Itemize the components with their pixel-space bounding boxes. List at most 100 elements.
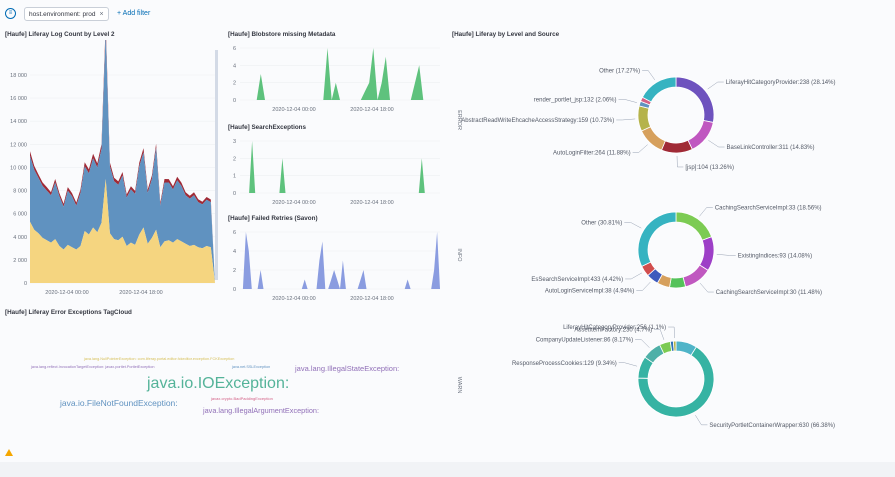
- pie-leader-line: [618, 99, 637, 103]
- pie-leader-line: [668, 326, 675, 339]
- panel-title-blobstore: [Haufe] Blobstore missing Metadata: [228, 31, 336, 38]
- pie-slice[interactable]: [637, 105, 652, 132]
- y-tick-label: 3: [233, 139, 236, 145]
- log-count-chart[interactable]: 0 2 000 4 000 6 000 8 000 10 000 12 000 14 000 1…: [0, 40, 220, 312]
- y-tick-label: 0: [233, 191, 236, 197]
- filter-pill-label: host.environment: prod: [29, 11, 96, 18]
- pie-slice[interactable]: [675, 76, 715, 123]
- panel-title-level-source: [Haufe] Liferay by Level and Source: [452, 31, 560, 38]
- pie-slice-label: Other (17.27%): [599, 68, 640, 74]
- pie-leader-line: [676, 155, 684, 168]
- level-source-donuts: LiferayHitCategoryProvider:238 (28.14%) B…: [456, 68, 836, 429]
- y-tick-label: 2: [233, 156, 236, 162]
- area-series[interactable]: [240, 141, 440, 193]
- x-tick-label: 2020-12-04 00:00: [272, 296, 315, 302]
- pie-slice-label: CompanyUpdateListener:86 (8.17%): [536, 337, 633, 343]
- pie-slice[interactable]: [641, 76, 677, 103]
- y-tick-label: 6: [233, 230, 236, 236]
- pie-leader-line: [616, 118, 636, 121]
- pie-slice[interactable]: [669, 276, 687, 289]
- tag-word[interactable]: java.lang.IllegalArgumentException:: [203, 407, 319, 415]
- pie-slice-label: [jsp]:104 (13.26%): [685, 165, 734, 171]
- pie-slice[interactable]: [675, 211, 713, 241]
- pie-slice-label: LiferayHitCategoryProvider:256 (1.1%): [563, 325, 666, 331]
- pie-leader-line: [618, 362, 638, 367]
- pie-slice-label: LiferayHitCategoryProvider:238 (28.14%): [726, 80, 836, 86]
- y-tick-label: 2 000: [13, 258, 27, 264]
- y-tick-label: 18 000: [10, 73, 27, 79]
- add-filter-button[interactable]: + Add filter: [117, 10, 150, 17]
- y-tick-label: 12 000: [10, 142, 27, 148]
- tag-word[interactable]: java.io.FileNotFoundException:: [60, 399, 178, 408]
- filter-menu-icon[interactable]: ≡: [5, 8, 16, 19]
- pie-slice-label: AbstractReadWriteEhcacheAccessStrategy:1…: [461, 118, 614, 124]
- pie-leader-line: [708, 140, 725, 148]
- y-tick-label: 6 000: [13, 212, 27, 218]
- blobstore-chart[interactable]: 0 2 4 6 2020-12-04 00:00 2020-12-04 18:00: [225, 40, 445, 120]
- y-tick-label: 0: [233, 287, 236, 293]
- pie-slice[interactable]: [637, 211, 677, 267]
- level-axis-label: ERROR: [456, 110, 462, 130]
- y-tick-label: 8 000: [13, 189, 27, 195]
- tag-word[interactable]: javax.crypto.BadPaddingException: [211, 397, 273, 401]
- x-tick-label: 2020-12-04 00:00: [272, 107, 315, 113]
- level-axis-label: INFO: [456, 248, 462, 262]
- area-series[interactable]: [240, 232, 440, 289]
- pie-slice-label: ResponseProcessCookies:129 (9.34%): [512, 361, 617, 367]
- pie-slice[interactable]: [682, 264, 709, 288]
- pie-slice[interactable]: [699, 236, 715, 271]
- chart-scrollbar[interactable]: [215, 50, 218, 280]
- pie-leader-line: [695, 415, 708, 426]
- pie-slice-label: ExistingIndices:93 (14.08%): [738, 253, 812, 259]
- pie-leader-line: [699, 282, 714, 293]
- pie-leader-line: [632, 144, 648, 153]
- failed-retries-chart[interactable]: 0 2 4 6 2020-12-04 00:00 2020-12-04 18:00: [225, 224, 445, 309]
- x-tick-label: 2020-12-04 18:00: [119, 290, 162, 296]
- x-tick-label: 2020-12-04 00:00: [272, 200, 315, 206]
- pie-slice[interactable]: [672, 340, 677, 352]
- tag-word[interactable]: java.net.SSLException: [232, 365, 270, 370]
- pie-slice-label: Other (30.81%): [581, 220, 622, 226]
- tag-word[interactable]: java.lang.NullPointerException: com.life…: [84, 357, 234, 362]
- pie-slice-label: AutoLoginFilter:264 (11.88%): [553, 151, 631, 157]
- x-tick-label: 2020-12-04 18:00: [350, 296, 393, 302]
- y-tick-label: 4: [233, 63, 236, 69]
- search-exceptions-chart[interactable]: 0 1 2 3 2020-12-04 00:00 2020-12-04 18:00: [225, 133, 445, 213]
- pie-leader-line: [636, 281, 651, 291]
- warning-icon[interactable]: [5, 449, 13, 456]
- tag-word[interactable]: java.lang.IllegalStateException:: [295, 365, 399, 373]
- area-series[interactable]: [240, 48, 440, 100]
- pie-slice[interactable]: [660, 139, 693, 154]
- pie-slice[interactable]: [687, 120, 714, 150]
- filter-pill[interactable]: host.environment: prod ×: [24, 7, 109, 21]
- pie-leader-line: [624, 222, 642, 229]
- x-tick-label: 2020-12-04 18:00: [350, 200, 393, 206]
- pie-leader-line: [625, 272, 643, 280]
- pie-slice-label: SecurityPortletContainerWrapper:630 (66.…: [709, 423, 835, 429]
- pie-slice-label: CachingSearchServiceImpl:30 (11.48%): [716, 290, 822, 296]
- y-tick-label: 0: [24, 281, 27, 287]
- pie-leader-line: [635, 339, 650, 348]
- x-tick-label: 2020-12-04 00:00: [45, 290, 88, 296]
- pie-slice-label: AutoLoginServiceImpl:38 (4.94%): [545, 289, 634, 295]
- tagcloud: java.lang.NullPointerException: com.life…: [0, 320, 440, 430]
- filter-bar: ≡ host.environment: prod × + Add filter: [0, 0, 895, 28]
- pie-slice-label: EsSearchServiceImpl:433 (4.42%): [531, 277, 623, 283]
- y-tick-label: 2: [233, 268, 236, 274]
- level-axis-label: WARN: [456, 377, 462, 394]
- remove-filter-icon[interactable]: ×: [99, 11, 103, 18]
- tag-word[interactable]: java.lang.reflect.InvocationTargetExcept…: [31, 365, 154, 370]
- y-tick-label: 16 000: [10, 96, 27, 102]
- pie-leader-line: [699, 207, 713, 217]
- pie-slice-label: CachingSearchServiceImpl:33 (18.56%): [715, 205, 822, 211]
- y-tick-label: 14 000: [10, 119, 27, 125]
- panel-title-log-count: [Haufe] Liferay Log Count by Level 2: [5, 31, 115, 38]
- x-tick-label: 2020-12-04 18:00: [350, 107, 393, 113]
- y-tick-label: 4 000: [13, 235, 27, 241]
- pie-leader-line: [642, 70, 656, 81]
- pie-leader-line: [707, 81, 724, 90]
- pie-slice-label: BaseLinkController:311 (14.83%): [727, 145, 815, 151]
- tag-word[interactable]: java.io.IOException:: [147, 376, 289, 392]
- y-tick-label: 1: [233, 174, 236, 180]
- y-tick-label: 6: [233, 46, 236, 52]
